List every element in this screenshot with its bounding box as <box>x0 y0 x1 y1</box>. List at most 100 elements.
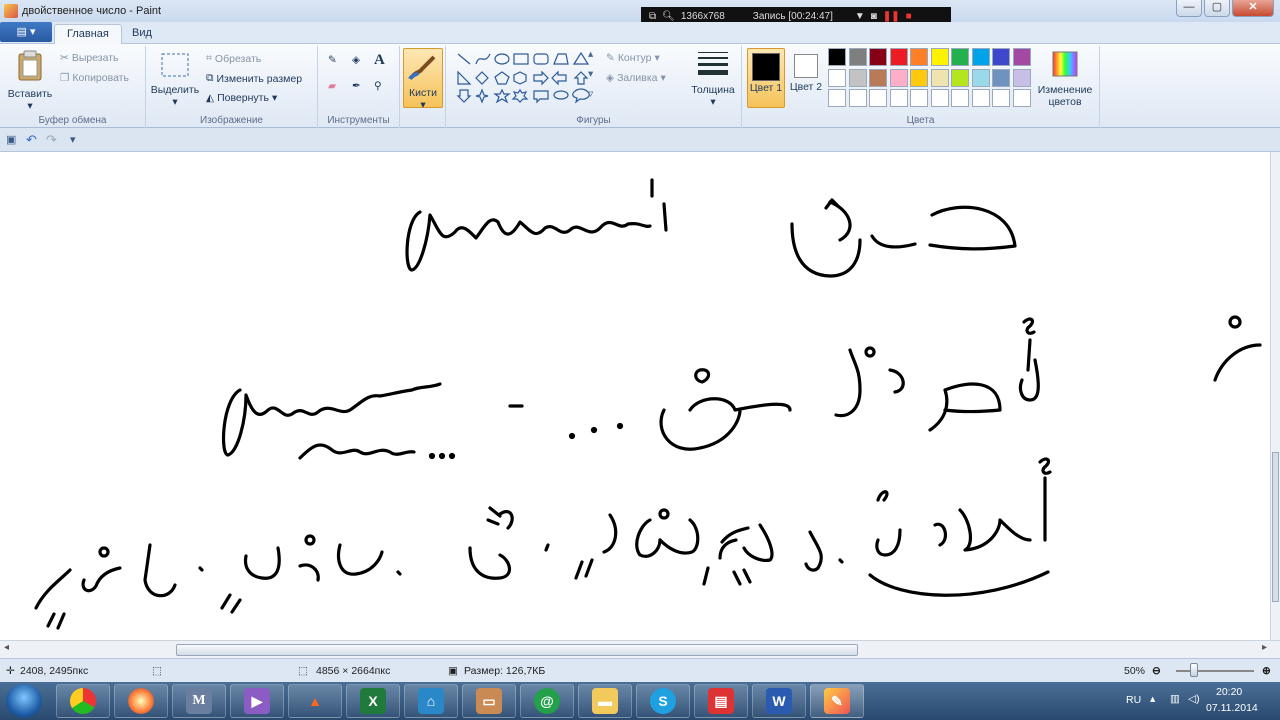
tray-arrow-icon[interactable]: ▴ <box>1150 693 1155 705</box>
shapes-scroll-down[interactable]: ▾ <box>588 68 593 80</box>
taskbar-paint[interactable]: ✎ <box>810 684 864 718</box>
horizontal-scrollbar[interactable]: ◂ ▸ <box>0 640 1280 658</box>
palette-color-swatch[interactable] <box>889 68 908 87</box>
horizontal-scroll-thumb[interactable] <box>176 644 858 656</box>
clock-date[interactable]: 07.11.2014 <box>1206 702 1258 714</box>
color2-button[interactable]: Цвет 2 <box>788 48 824 108</box>
copy-button[interactable]: ❐ Копировать <box>60 72 129 84</box>
camera-icon[interactable]: ◙ <box>871 11 877 22</box>
palette-color-swatch[interactable] <box>1012 89 1031 107</box>
outline-button[interactable]: ✎ Контур ▾ <box>606 52 660 64</box>
palette-color-swatch[interactable] <box>992 68 1010 87</box>
taskbar-word[interactable]: W <box>752 684 806 718</box>
palette-color-swatch[interactable] <box>992 48 1010 66</box>
redo-icon[interactable]: ↷ <box>46 132 57 148</box>
taskbar-app-m[interactable]: M <box>172 684 226 718</box>
vertical-scrollbar[interactable] <box>1270 152 1280 642</box>
size-button[interactable]: Толщина ▾ <box>690 50 736 108</box>
customize-qat-icon[interactable]: ▾ <box>70 133 76 146</box>
palette-color-swatch[interactable] <box>971 68 990 87</box>
palette-color-swatch[interactable] <box>971 89 990 107</box>
palette-color-swatch[interactable] <box>951 68 969 87</box>
minimize-button[interactable]: — <box>1176 0 1202 17</box>
drawing-canvas[interactable] <box>0 152 1270 640</box>
palette-color-swatch[interactable] <box>1012 48 1031 66</box>
palette-color-swatch[interactable] <box>889 48 908 66</box>
taskbar-app[interactable]: ▭ <box>462 684 516 718</box>
paste-button[interactable]: Вставить ▾ <box>6 50 54 112</box>
palette-color-swatch[interactable] <box>930 89 949 107</box>
start-button[interactable] <box>6 684 42 718</box>
zoom-slider-thumb[interactable] <box>1190 663 1198 677</box>
palette-color-swatch[interactable] <box>1012 68 1031 87</box>
file-menu-button[interactable]: ▤ ▾ <box>0 22 52 42</box>
palette-color-swatch[interactable] <box>971 48 990 66</box>
taskbar-vs[interactable]: ▶ <box>230 684 284 718</box>
palette-color-swatch[interactable] <box>951 89 969 107</box>
palette-color-swatch[interactable] <box>828 48 846 66</box>
zoom-in-icon[interactable]: ⊕ <box>1262 665 1271 677</box>
palette-color-swatch[interactable] <box>869 68 887 87</box>
taskbar-excel[interactable]: X <box>346 684 400 718</box>
stop-icon[interactable]: ■ <box>906 11 912 22</box>
vertical-scroll-thumb[interactable] <box>1272 452 1279 602</box>
fill-button[interactable]: ◈ Заливка ▾ <box>606 72 666 84</box>
palette-color-swatch[interactable] <box>930 68 949 87</box>
palette-color-swatch[interactable] <box>910 89 928 107</box>
palette-color-swatch[interactable] <box>869 48 887 66</box>
select-button[interactable]: Выделить ▾ <box>150 52 200 108</box>
resize-button[interactable]: ⧉ Изменить размер <box>206 72 302 85</box>
network-icon[interactable]: ▥ <box>1170 693 1180 705</box>
palette-color-swatch[interactable] <box>951 48 969 66</box>
magnifier-tool[interactable]: ⚲ <box>374 80 382 92</box>
palette-color-swatch[interactable] <box>889 89 908 107</box>
taskbar-pdf[interactable]: ▤ <box>694 684 748 718</box>
dropdown-icon[interactable]: ▼ <box>855 11 865 22</box>
palette-color-swatch[interactable] <box>930 48 949 66</box>
zoom-out-icon[interactable]: ⊖ <box>1152 665 1161 677</box>
save-icon[interactable]: ▣ <box>6 133 16 146</box>
rotate-button[interactable]: ◭ Повернуть ▾ <box>206 92 277 104</box>
taskbar-mail-agent[interactable]: @ <box>520 684 574 718</box>
maximize-button[interactable]: ▢ <box>1204 0 1230 17</box>
palette-color-swatch[interactable] <box>848 48 867 66</box>
undo-icon[interactable]: ↶ <box>26 132 37 148</box>
palette-color-swatch[interactable] <box>848 89 867 107</box>
restore-icon[interactable]: ⧉ <box>649 11 656 22</box>
taskbar-firefox[interactable] <box>114 684 168 718</box>
tab-view[interactable]: Вид <box>120 24 164 44</box>
brushes-button[interactable]: Кисти ▾ <box>403 48 443 111</box>
eraser-tool[interactable]: ▰ <box>328 80 336 92</box>
pause-icon[interactable]: ❚❚ <box>883 11 900 22</box>
search-icon[interactable]: 🔍︎ <box>662 11 675 22</box>
color-picker-tool[interactable]: ✒ <box>352 80 361 92</box>
palette-color-swatch[interactable] <box>848 68 867 87</box>
palette-color-swatch[interactable] <box>828 89 846 107</box>
taskbar-matlab[interactable]: ▲ <box>288 684 342 718</box>
palette-color-swatch[interactable] <box>992 89 1010 107</box>
taskbar-explorer[interactable]: ▬ <box>578 684 632 718</box>
fill-tool[interactable]: ◈ <box>352 54 360 66</box>
palette-color-swatch[interactable] <box>910 48 928 66</box>
text-tool[interactable]: A <box>374 52 385 69</box>
edit-colors-button[interactable]: Изменение цветов <box>1032 50 1098 108</box>
palette-color-swatch[interactable] <box>828 68 846 87</box>
zoom-slider-track[interactable] <box>1176 670 1254 672</box>
taskbar-hp[interactable]: ⌂ <box>404 684 458 718</box>
volume-icon[interactable]: ◁) <box>1188 693 1200 705</box>
color1-button[interactable]: Цвет 1 <box>747 48 785 108</box>
pencil-tool[interactable]: ✎ <box>328 54 337 66</box>
shapes-expand[interactable]: ▿ <box>588 88 593 100</box>
clock-time[interactable]: 20:20 <box>1216 686 1242 698</box>
scroll-right-icon[interactable]: ▸ <box>1262 642 1267 653</box>
shapes-gallery[interactable] <box>454 50 600 108</box>
tab-home[interactable]: Главная <box>54 24 122 44</box>
language-indicator[interactable]: RU <box>1126 694 1141 706</box>
scroll-left-icon[interactable]: ◂ <box>4 642 9 653</box>
close-button[interactable]: ✕ <box>1232 0 1274 17</box>
taskbar-skype[interactable]: S <box>636 684 690 718</box>
palette-color-swatch[interactable] <box>910 68 928 87</box>
taskbar-chrome[interactable] <box>56 684 110 718</box>
shapes-scroll-up[interactable]: ▴ <box>588 48 593 60</box>
crop-button[interactable]: ⌗ Обрезать <box>206 52 261 65</box>
